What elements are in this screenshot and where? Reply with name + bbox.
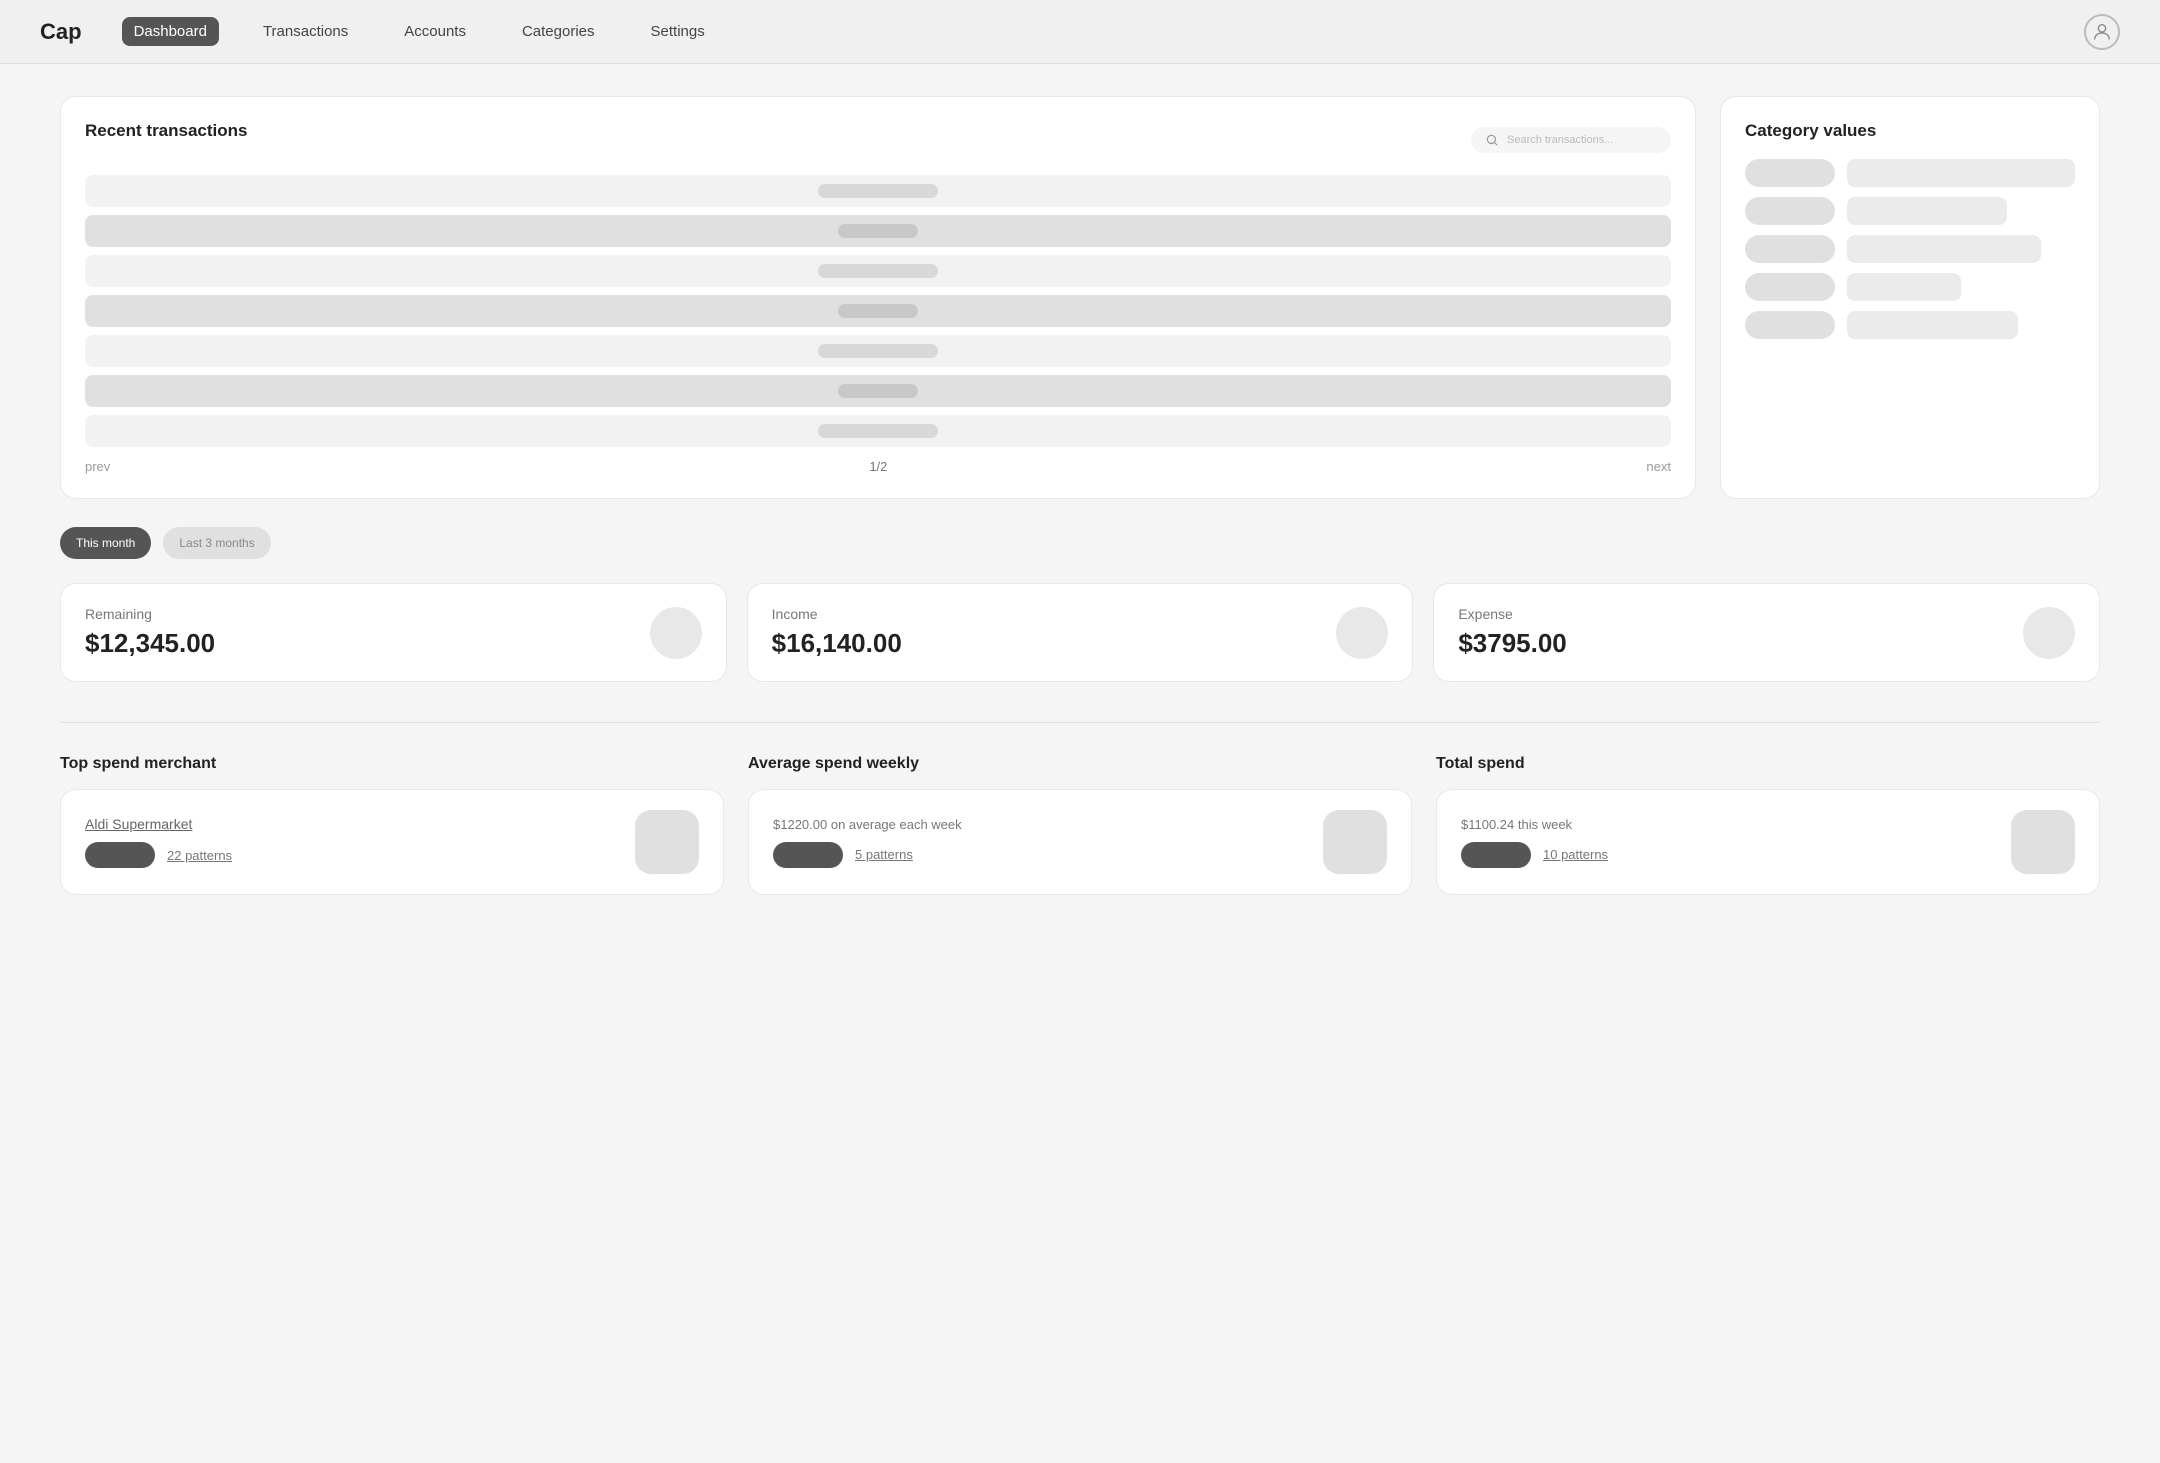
stats-row: Remaining $12,345.00 Income $16,140.00 E…: [60, 583, 2100, 682]
stat-remaining-chart: [650, 607, 702, 659]
category-bar-2: [1847, 197, 2007, 225]
next-button[interactable]: next: [1646, 459, 1671, 474]
stat-income: Income $16,140.00: [747, 583, 1414, 682]
category-item-2: [1745, 197, 2075, 225]
category-bar-4: [1847, 273, 1961, 301]
stat-expense-chart: [2023, 607, 2075, 659]
stat-income-chart: [1336, 607, 1388, 659]
pagination: prev 1/2 next: [85, 459, 1671, 474]
stat-expense-label: Expense: [1458, 606, 1566, 622]
transaction-row-3[interactable]: [85, 255, 1671, 287]
avg-spend-section: Average spend weekly $1220.00 on average…: [748, 755, 1412, 895]
merchant-tag: [85, 842, 155, 868]
avg-spend-title: Average spend weekly: [748, 755, 1412, 773]
category-item-4: [1745, 273, 2075, 301]
category-chip-5: [1745, 311, 1835, 339]
total-spend-card: $1100.24 this week 10 patterns: [1436, 789, 2100, 895]
category-chip-2: [1745, 197, 1835, 225]
search-icon: [1485, 133, 1499, 147]
page-indicator: 1/2: [869, 459, 887, 474]
navbar: Cap Dashboard Transactions Accounts Cate…: [0, 0, 2160, 64]
recent-transactions-card: Recent transactions Search transactions.…: [60, 96, 1696, 499]
stat-remaining: Remaining $12,345.00: [60, 583, 727, 682]
merchant-info: Aldi Supermarket 22 patterns: [85, 816, 232, 868]
avg-spend-card: $1220.00 on average each week 5 patterns: [748, 789, 1412, 895]
total-spend-patterns[interactable]: 10 patterns: [1543, 847, 1608, 862]
nav-transactions[interactable]: Transactions: [251, 17, 360, 46]
category-item-1: [1745, 159, 2075, 187]
prev-button[interactable]: prev: [85, 459, 110, 474]
avatar[interactable]: [2084, 14, 2120, 50]
nav-accounts[interactable]: Accounts: [392, 17, 478, 46]
stat-remaining-label: Remaining: [85, 606, 215, 622]
recent-transactions-title: Recent transactions: [85, 121, 248, 141]
filter-tab-1[interactable]: This month: [60, 527, 151, 559]
total-spend-value: $1100.24 this week: [1461, 817, 1608, 832]
search-placeholder: Search transactions...: [1507, 134, 1613, 146]
bottom-row: Top spend merchant Aldi Supermarket 22 p…: [60, 755, 2100, 895]
category-bar-5: [1847, 311, 2018, 339]
category-chip-3: [1745, 235, 1835, 263]
total-spend-icon: [2011, 810, 2075, 874]
app-logo: Cap: [40, 19, 82, 45]
transaction-row-6[interactable]: [85, 375, 1671, 407]
card-header: Recent transactions Search transactions.…: [85, 121, 1671, 159]
merchant-name[interactable]: Aldi Supermarket: [85, 816, 232, 832]
top-spend-card: Aldi Supermarket 22 patterns: [60, 789, 724, 895]
avg-spend-meta: 5 patterns: [773, 842, 962, 868]
total-spend-info: $1100.24 this week 10 patterns: [1461, 817, 1608, 868]
stat-income-value: $16,140.00: [772, 628, 902, 659]
total-spend-section: Total spend $1100.24 this week 10 patter…: [1436, 755, 2100, 895]
stat-expense-value: $3795.00: [1458, 628, 1566, 659]
transaction-row-4[interactable]: [85, 295, 1671, 327]
search-bar[interactable]: Search transactions...: [1471, 127, 1671, 153]
category-bar-1: [1847, 159, 2075, 187]
stat-remaining-value: $12,345.00: [85, 628, 215, 659]
main-content: Recent transactions Search transactions.…: [0, 64, 2160, 927]
category-item-3: [1745, 235, 2075, 263]
stat-expense-info: Expense $3795.00: [1458, 606, 1566, 659]
user-icon: [2091, 21, 2113, 43]
nav-settings[interactable]: Settings: [639, 17, 717, 46]
category-chip-1: [1745, 159, 1835, 187]
nav-dashboard[interactable]: Dashboard: [122, 17, 219, 46]
transaction-row-1[interactable]: [85, 175, 1671, 207]
category-item-5: [1745, 311, 2075, 339]
nav-categories[interactable]: Categories: [510, 17, 607, 46]
section-divider: [60, 722, 2100, 723]
stat-expense: Expense $3795.00: [1433, 583, 2100, 682]
avg-spend-icon: [1323, 810, 1387, 874]
total-spend-meta: 10 patterns: [1461, 842, 1608, 868]
category-bar-3: [1847, 235, 2041, 263]
category-values-title: Category values: [1745, 121, 2075, 141]
top-spend-section: Top spend merchant Aldi Supermarket 22 p…: [60, 755, 724, 895]
transaction-row-5[interactable]: [85, 335, 1671, 367]
top-spend-title: Top spend merchant: [60, 755, 724, 773]
stat-remaining-info: Remaining $12,345.00: [85, 606, 215, 659]
filter-tab-2[interactable]: Last 3 months: [163, 527, 270, 559]
category-chip-4: [1745, 273, 1835, 301]
stat-income-label: Income: [772, 606, 902, 622]
total-spend-tag: [1461, 842, 1531, 868]
avg-spend-info: $1220.00 on average each week 5 patterns: [773, 817, 962, 868]
merchant-meta: 22 patterns: [85, 842, 232, 868]
total-spend-title: Total spend: [1436, 755, 2100, 773]
avg-spend-tag: [773, 842, 843, 868]
stat-income-info: Income $16,140.00: [772, 606, 902, 659]
transaction-row-2[interactable]: [85, 215, 1671, 247]
merchant-icon: [635, 810, 699, 874]
avg-spend-patterns[interactable]: 5 patterns: [855, 847, 913, 862]
category-values-card: Category values: [1720, 96, 2100, 499]
transaction-row-7[interactable]: [85, 415, 1671, 447]
filter-tabs: This month Last 3 months: [60, 527, 2100, 559]
avg-spend-value: $1220.00 on average each week: [773, 817, 962, 832]
top-row: Recent transactions Search transactions.…: [60, 96, 2100, 499]
merchant-patterns[interactable]: 22 patterns: [167, 848, 232, 863]
category-list: [1745, 159, 2075, 339]
